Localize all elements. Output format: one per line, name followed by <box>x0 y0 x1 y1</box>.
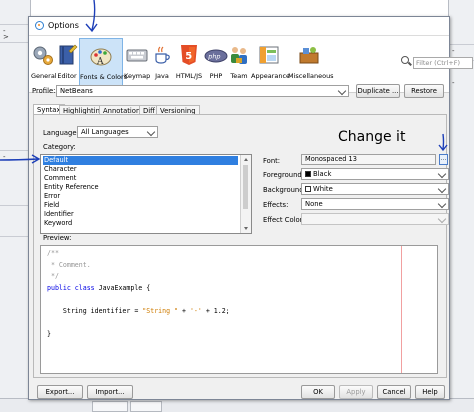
annotation-arrow-to-fonts-colors <box>91 0 96 31</box>
annotation-overlay: Change it <box>0 0 448 164</box>
annotation-change-it: Change it <box>338 129 406 145</box>
annotation-arrow-to-font-button <box>442 133 445 150</box>
annotation-arrow-to-fonts-colors-head <box>85 23 98 33</box>
annotation-arrow-to-default <box>0 158 39 161</box>
